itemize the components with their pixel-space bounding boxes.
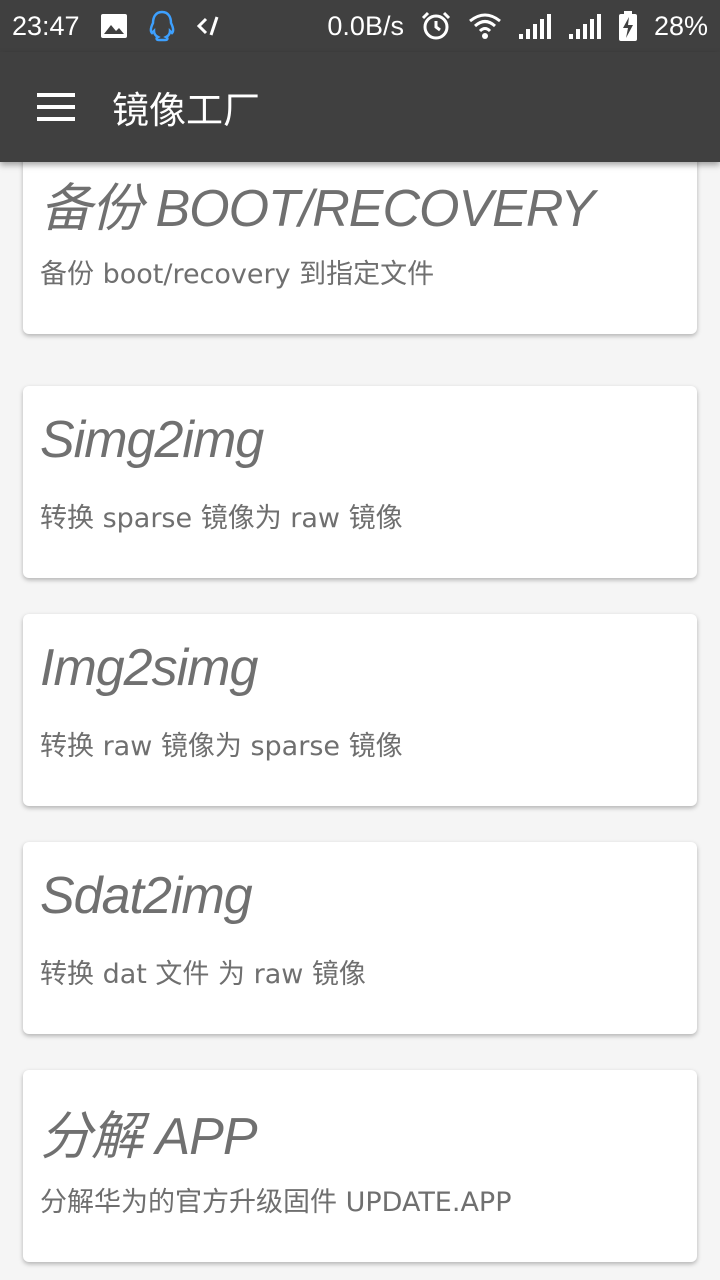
card-unpack-app[interactable]: 分解 APP 分解华为的官方升级固件 UPDATE.APP (23, 1070, 697, 1262)
card-description: 转换 sparse 镜像为 raw 镜像 (40, 503, 403, 534)
card-img2simg[interactable]: Img2simg 转换 raw 镜像为 sparse 镜像 (23, 614, 697, 806)
card-description: 转换 dat 文件 为 raw 镜像 (40, 959, 366, 990)
app-bar: 镜像工厂 (0, 52, 720, 162)
code-icon (196, 14, 222, 38)
menu-icon (37, 93, 75, 121)
card-title: Sdat2img (40, 867, 253, 925)
card-simg2img[interactable]: Simg2img 转换 sparse 镜像为 raw 镜像 (23, 386, 697, 578)
card-description: 转换 raw 镜像为 sparse 镜像 (40, 731, 403, 762)
wifi-icon (468, 12, 502, 40)
battery-level: 28% (653, 10, 708, 41)
card-title: Img2simg (40, 639, 258, 697)
card-description: 备份 boot/recovery 到指定文件 (40, 259, 435, 290)
image-icon (100, 13, 128, 39)
battery-charging-icon (618, 10, 638, 42)
card-title: 备份 BOOT/RECOVERY (40, 180, 595, 238)
card-list: 备份 BOOT/RECOVERY 备份 boot/recovery 到指定文件 … (0, 162, 720, 1280)
signal-icon (568, 12, 602, 40)
card-title: 分解 APP (40, 1108, 257, 1166)
card-backup-boot-recovery[interactable]: 备份 BOOT/RECOVERY 备份 boot/recovery 到指定文件 (23, 162, 697, 334)
card-description: 分解华为的官方升级固件 UPDATE.APP (40, 1187, 512, 1218)
net-speed: 0.0B/s (327, 10, 404, 41)
app-title: 镜像工厂 (112, 89, 260, 132)
status-time: 23:47 (12, 10, 80, 41)
alarm-icon (420, 10, 452, 42)
signal-icon (518, 12, 552, 40)
qq-icon (148, 10, 176, 42)
menu-button[interactable] (0, 52, 112, 162)
card-title: Simg2img (40, 411, 264, 469)
card-sdat2img[interactable]: Sdat2img 转换 dat 文件 为 raw 镜像 (23, 842, 697, 1034)
status-bar: 23:47 0.0B/s 28% (0, 0, 720, 52)
